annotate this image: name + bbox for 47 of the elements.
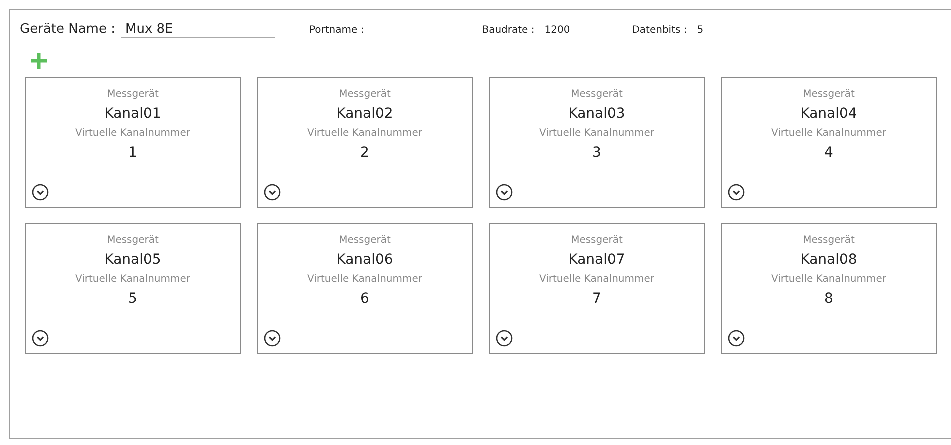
device-type-label: Messgerät [571,88,623,102]
expand-icon[interactable] [496,330,513,347]
channel-number: 7 [592,290,602,309]
channel-name: Kanal08 [800,251,858,270]
channel-number: 2 [360,144,370,163]
channel-number: 5 [128,290,138,309]
expand-icon[interactable] [32,330,49,347]
device-type-label: Messgerät [803,88,855,102]
expand-icon[interactable] [32,184,49,201]
databits-value: 5 [697,25,704,36]
baudrate-label: Baudrate : [482,25,535,36]
channel-number-label: Virtuelle Kanalnummer [772,273,886,287]
channel-number-label: Virtuelle Kanalnummer [76,127,190,141]
channel-number: 8 [824,290,834,309]
expand-icon[interactable] [264,330,281,347]
channel-number-label: Virtuelle Kanalnummer [76,273,190,287]
channel-number-label: Virtuelle Kanalnummer [772,127,886,141]
device-type-label: Messgerät [107,234,159,248]
expand-icon[interactable] [728,330,745,347]
databits-label: Datenbits : [632,25,688,36]
channel-number-label: Virtuelle Kanalnummer [308,273,422,287]
channel-number-label: Virtuelle Kanalnummer [308,127,422,141]
channel-number: 3 [592,144,602,163]
device-type-label: Messgerät [571,234,623,248]
device-type-label: Messgerät [107,88,159,102]
device-name-field[interactable]: Mux 8E [121,22,276,38]
channel-number-label: Virtuelle Kanalnummer [540,127,654,141]
channel-name: Kanal07 [568,251,626,270]
baudrate-value: 1200 [544,25,570,36]
device-type-label: Messgerät [339,88,391,102]
portname-label: Portname : [309,25,364,36]
channel-name: Kanal02 [336,105,394,124]
channel-name: Kanal03 [568,105,626,124]
channel-name: Kanal05 [104,251,162,270]
device-type-label: Messgerät [803,234,855,248]
expand-icon[interactable] [264,184,281,201]
channel-number: 1 [128,144,138,163]
expand-icon[interactable] [496,184,513,201]
device-type-label: Messgerät [339,234,391,248]
channel-name: Kanal01 [104,105,162,124]
expand-icon[interactable] [728,184,745,201]
channel-name: Kanal06 [336,251,394,270]
channel-name: Kanal04 [800,105,858,124]
channel-number: 6 [360,290,370,309]
channel-number-label: Virtuelle Kanalnummer [540,273,654,287]
device-name-label: Geräte Name : [20,22,116,37]
channel-number: 4 [824,144,834,163]
